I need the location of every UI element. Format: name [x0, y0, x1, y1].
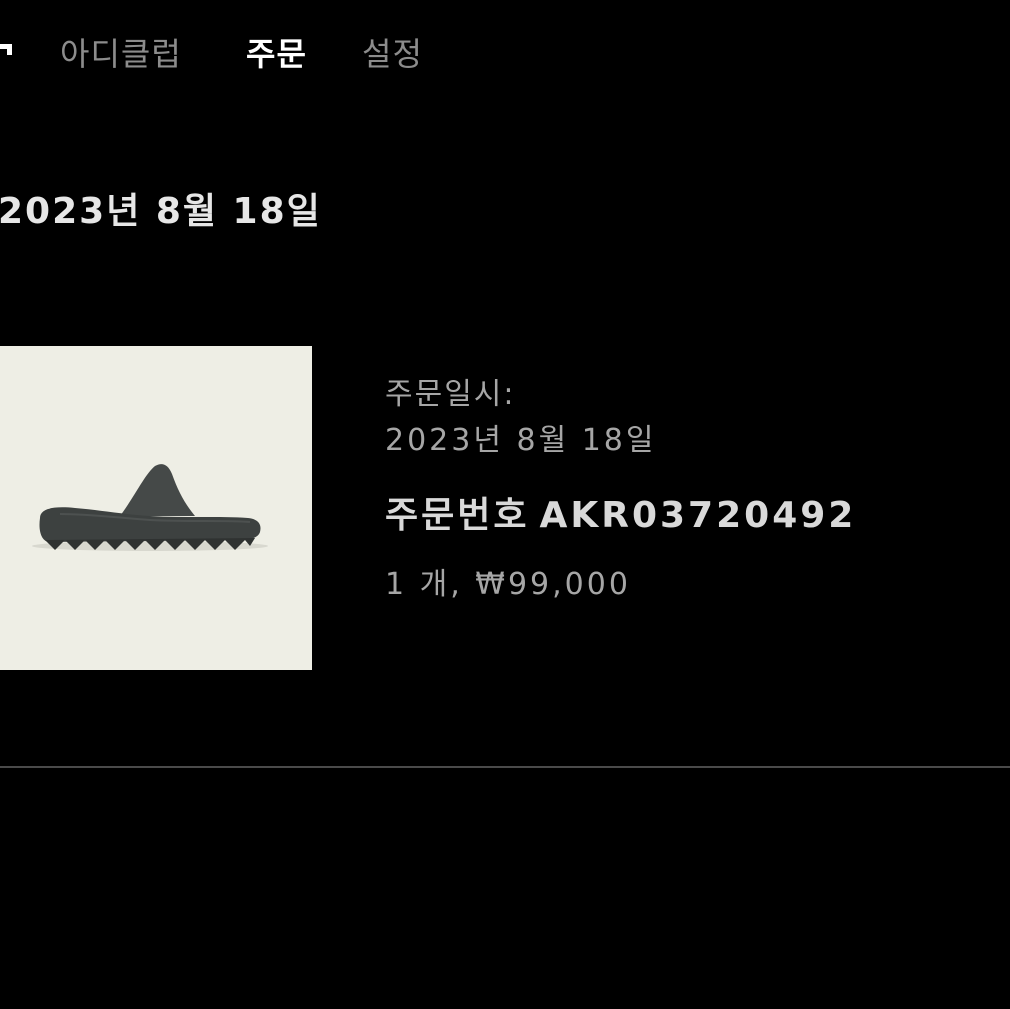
order-date-heading: 2023년 8월 18일 — [0, 191, 322, 232]
order-number-label: 주문번호 — [385, 495, 530, 536]
order-date-value: 2023년 8월 18일 — [385, 423, 657, 458]
tab-settings[interactable]: 설정 — [362, 28, 423, 80]
slide-sandal-image — [32, 464, 268, 551]
tab-orders[interactable]: 주문 — [246, 28, 307, 80]
product-image[interactable] — [0, 346, 312, 670]
order-history-page: 아디클럽 주문 설정 2023년 8월 18일 주문일시: 2023년 8월 1… — [0, 0, 1010, 1009]
tab-adiclub[interactable]: 아디클럽 — [60, 28, 182, 80]
order-number-value: AKR03720492 — [539, 495, 857, 536]
order-number[interactable]: 주문번호 AKR03720492 — [385, 490, 985, 542]
order-info: 주문일시: 2023년 8월 18일 주문번호 AKR03720492 1 개, … — [385, 372, 985, 608]
account-tabs: 아디클럽 주문 설정 — [0, 28, 1010, 80]
order-date-label: 주문일시: — [385, 377, 516, 412]
order-summary: 1 개, ₩99,000 — [385, 567, 631, 602]
divider — [0, 766, 1010, 768]
tab-partial-cutoff[interactable] — [0, 44, 12, 55]
